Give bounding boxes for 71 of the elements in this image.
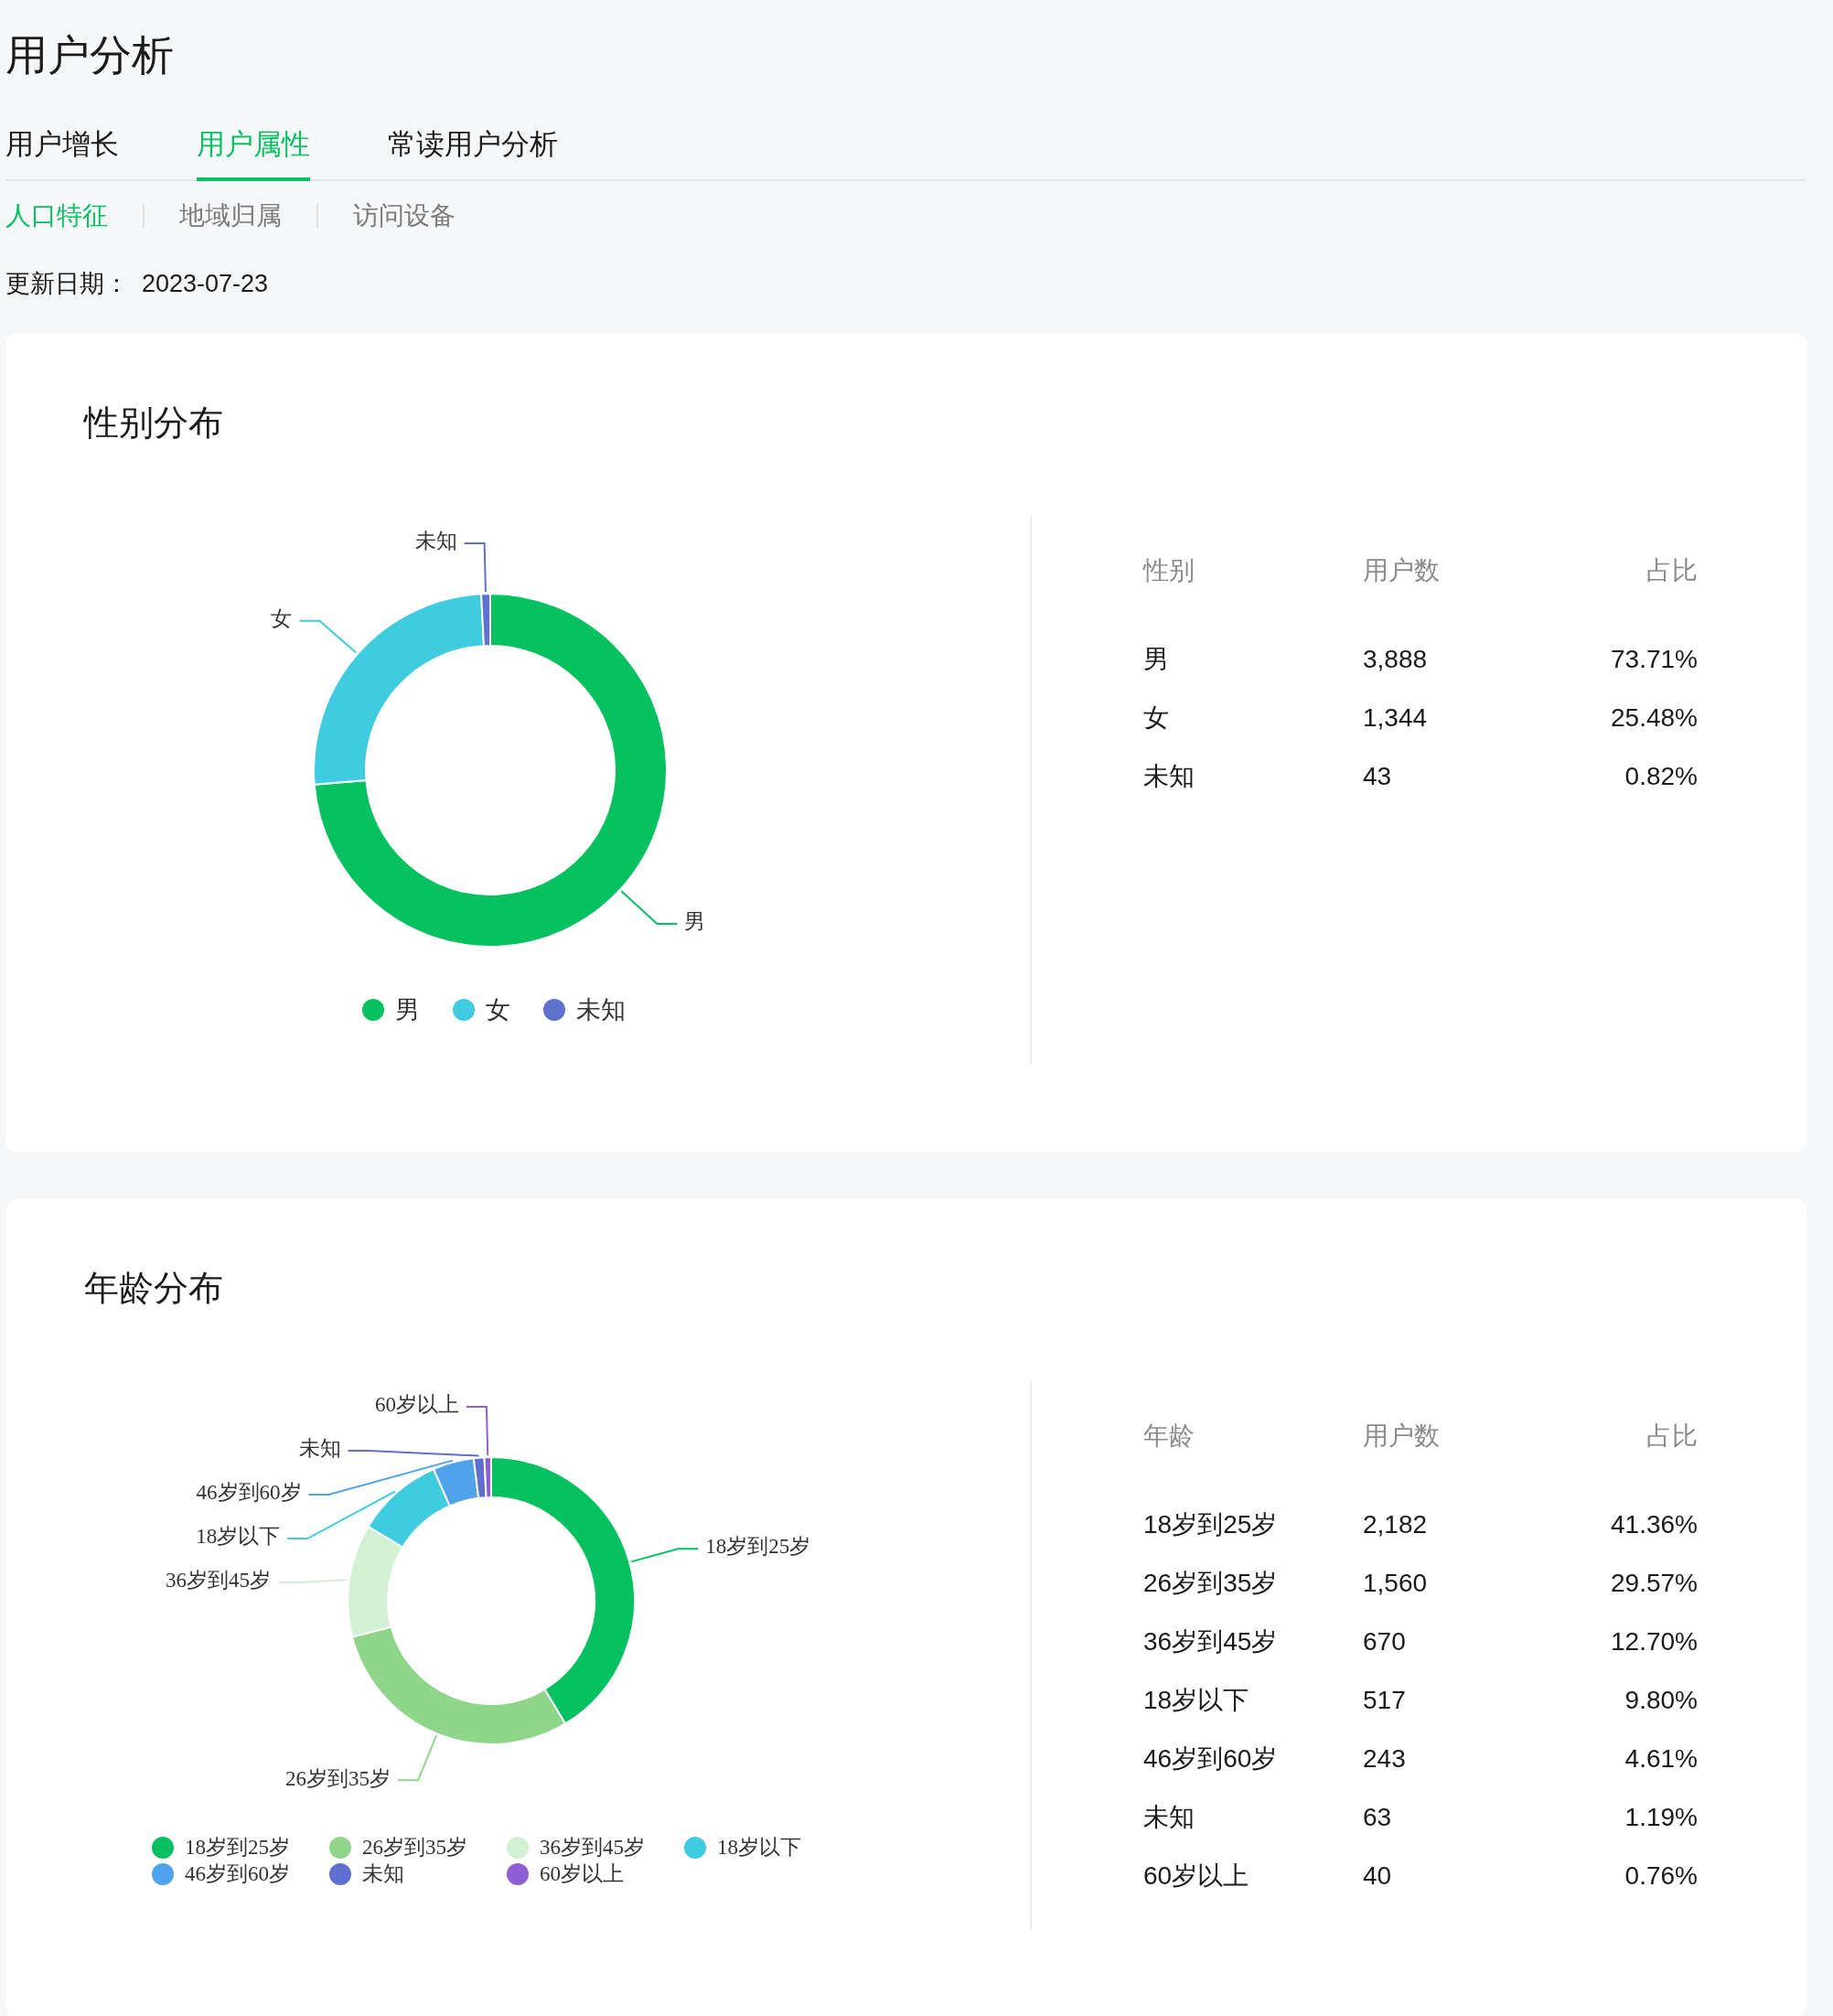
table-cell-text: 未知 <box>1143 1802 1195 1833</box>
table-cell-text: 0.76% <box>1624 1861 1698 1892</box>
legend-label: 18岁以下 <box>717 1835 801 1861</box>
card-title: 年龄分布 <box>84 1268 224 1309</box>
table-cell-text: 26岁到35岁 <box>1143 1568 1279 1599</box>
table-cell-text: 1,560 <box>1363 1568 1429 1599</box>
table-cell-text: 60岁以上 <box>1143 1861 1250 1892</box>
tab[interactable]: 用户增长 <box>5 124 119 181</box>
column-header: 占比 <box>1645 555 1698 586</box>
leader-line <box>620 890 679 926</box>
table-cell-text: 517 <box>1363 1685 1407 1716</box>
slice-label: 女 <box>271 606 293 630</box>
slice-label: 46岁到60岁 <box>196 1481 302 1505</box>
slice-label: 18岁以下 <box>196 1525 281 1549</box>
tab[interactable]: 用户属性 <box>197 124 310 181</box>
table-cell-text: 25.48% <box>1610 702 1698 734</box>
legend-label: 女 <box>486 995 510 1025</box>
slice-label: 60岁以上 <box>374 1393 459 1417</box>
slice-label: 26岁到35岁 <box>285 1766 391 1790</box>
slice-label: 男 <box>684 910 706 934</box>
column-header: 占比 <box>1645 1421 1698 1452</box>
table-cell-text: 43 <box>1363 761 1393 792</box>
sub-tab[interactable]: 地域归属 <box>179 198 282 234</box>
table-cell-text: 未知 <box>1143 761 1195 792</box>
legend-label: 未知 <box>576 995 626 1025</box>
leader-line <box>397 1734 438 1782</box>
tab[interactable]: 常读用户分析 <box>388 124 558 181</box>
table-cell-text: 女 <box>1143 702 1170 734</box>
table-cell-text: 63 <box>1363 1802 1393 1833</box>
table-cell-text: 40 <box>1363 1861 1393 1892</box>
slice-label: 36岁到45岁 <box>165 1569 271 1592</box>
table-cell-text: 18岁以下 <box>1143 1685 1250 1716</box>
table-cell-text: 2,182 <box>1363 1509 1429 1540</box>
leader-line <box>463 542 487 594</box>
update-date-label: 更新日期： <box>5 269 129 299</box>
page-title: 用户分析 <box>5 30 175 80</box>
legend-label: 60岁以上 <box>540 1861 624 1887</box>
table-cell-text: 41.36% <box>1610 1509 1698 1540</box>
table-cell-text: 0.82% <box>1624 761 1698 792</box>
leader-line <box>298 619 358 654</box>
slice-label: 18岁到25岁 <box>705 1535 811 1559</box>
legend-label: 36岁到45岁 <box>540 1835 645 1861</box>
table-cell-text: 3,888 <box>1363 644 1429 675</box>
legend-label: 未知 <box>362 1861 404 1887</box>
table-cell-text: 670 <box>1363 1626 1407 1657</box>
table-cell-text: 73.71% <box>1610 644 1698 675</box>
column-header: 用户数 <box>1363 555 1441 586</box>
table-cell-text: 男 <box>1143 644 1170 675</box>
table-cell-text: 4.61% <box>1624 1743 1698 1775</box>
table-cell-text: 18岁到25岁 <box>1143 1509 1279 1540</box>
column-header: 性别 <box>1143 555 1195 586</box>
legend-label: 18岁到25岁 <box>185 1835 290 1861</box>
table-cell-text: 46岁到60岁 <box>1143 1743 1279 1775</box>
table-cell-text: 243 <box>1363 1743 1407 1775</box>
table-cell-text: 9.80% <box>1624 1685 1698 1716</box>
legend-label: 26岁到35岁 <box>362 1835 467 1861</box>
sub-tab[interactable]: 人口特征 <box>5 198 108 234</box>
column-header: 用户数 <box>1363 1421 1441 1452</box>
sub-tab[interactable]: 访问设备 <box>353 198 456 234</box>
legend-label: 46岁到60岁 <box>185 1861 290 1887</box>
column-header: 年龄 <box>1143 1421 1195 1452</box>
table-cell-text: 29.57% <box>1610 1568 1698 1599</box>
slice-label: 未知 <box>414 530 457 553</box>
legend-label: 男 <box>395 995 420 1025</box>
update-date: 2023-07-23 <box>142 269 269 299</box>
table-cell-text: 1,344 <box>1363 702 1429 734</box>
table-cell-text: 12.70% <box>1610 1626 1698 1657</box>
slice-label: 未知 <box>298 1437 341 1461</box>
table-cell-text: 36岁到45岁 <box>1143 1626 1279 1657</box>
table-cell-text: 1.19% <box>1624 1802 1698 1833</box>
card-title: 性别分布 <box>84 402 224 444</box>
